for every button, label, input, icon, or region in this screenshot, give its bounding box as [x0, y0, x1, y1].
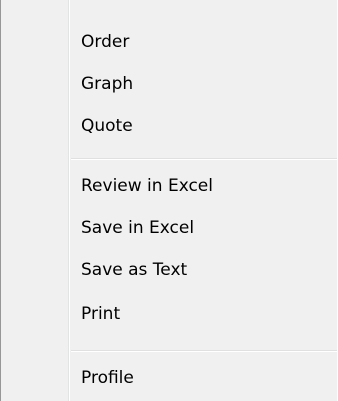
- menu-separator: [71, 350, 337, 352]
- context-menu: Order Graph Quote Review in Excel Save i…: [0, 0, 337, 401]
- menu-item-save-as-text[interactable]: Save as Text: [69, 250, 337, 290]
- menu-item-graph[interactable]: Graph: [69, 64, 337, 104]
- menu-item-save-in-excel[interactable]: Save in Excel: [69, 208, 337, 248]
- menu-item-profile[interactable]: Profile: [69, 358, 337, 398]
- menu-item-order[interactable]: Order: [69, 22, 337, 62]
- menu-item-quote[interactable]: Quote: [69, 106, 337, 146]
- menu-item-print[interactable]: Print: [69, 294, 337, 334]
- menu-separator: [71, 158, 337, 160]
- menu-item-review-in-excel[interactable]: Review in Excel: [69, 166, 337, 206]
